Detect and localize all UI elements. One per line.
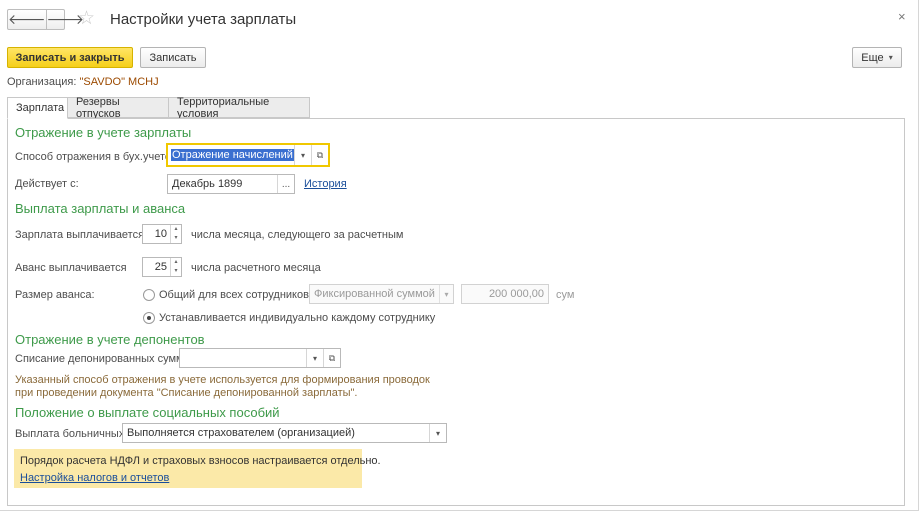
dropdown-arrow-icon[interactable]: ▾	[429, 424, 446, 442]
history-link[interactable]: История	[304, 178, 347, 190]
salary-day-stepper[interactable]: 10 ▴ ▾	[142, 224, 182, 244]
navigation-buttons: 🡐 🡒	[7, 9, 84, 30]
dropdown-arrow-icon[interactable]: ▾	[294, 145, 311, 165]
writeoff-select[interactable]: ▾ ⧉	[179, 348, 341, 368]
chevron-down-icon: ▾	[888, 53, 893, 62]
accounting-method-value[interactable]: Отражение начислений по	[171, 149, 294, 161]
favorite-star-icon[interactable]: ☆	[78, 8, 95, 30]
advance-type-value: Фиксированной суммой	[314, 288, 435, 300]
salary-paid-label: Зарплата выплачивается	[15, 229, 145, 241]
currency-label: сум	[556, 289, 575, 301]
salary-paid-suffix: числа месяца, следующего за расчетным	[191, 229, 404, 241]
accounting-method-label: Способ отражения в бух.учете:	[15, 151, 175, 163]
advance-type-select: Фиксированной суммой ▾	[309, 284, 454, 304]
page-title: Настройки учета зарплаты	[110, 11, 297, 28]
select-period-icon[interactable]: ...	[277, 175, 294, 193]
organization-value: "SAVDO" MCHJ	[79, 76, 159, 88]
dropdown-arrow-icon[interactable]: ▾	[306, 349, 323, 367]
more-menu-button[interactable]: Еще ▾	[852, 47, 902, 68]
effective-from-value[interactable]: Декабрь 1899	[168, 178, 277, 190]
section-heading-benefits: Положение о выплате социальных пособий	[15, 405, 280, 420]
common-advance-label[interactable]: Общий для всех сотрудников	[159, 289, 309, 301]
effective-from-label: Действует с:	[15, 178, 79, 190]
advance-amount-field: 200 000,00	[461, 284, 549, 304]
advance-amount-value: 200 000,00	[488, 288, 544, 300]
tab-territorial-conditions[interactable]: Территориальные условия	[168, 96, 310, 120]
section-heading-payment: Выплата зарплаты и аванса	[15, 201, 186, 216]
dropdown-arrow-icon: ▾	[438, 285, 453, 303]
radio-individual-advance[interactable]	[143, 312, 155, 324]
accounting-method-field[interactable]: Отражение начислений по ▾ ⧉	[166, 143, 330, 167]
save-and-close-button[interactable]: Записать и закрыть	[7, 47, 133, 68]
open-icon[interactable]: ⧉	[311, 145, 328, 165]
advance-paid-suffix: числа расчетного месяца	[191, 262, 321, 274]
organization-label: Организация:	[7, 76, 77, 88]
sick-pay-value[interactable]: Выполняется страхователем (организацией)	[123, 427, 429, 439]
section-heading-salary-accounting: Отражение в учете зарплаты	[15, 125, 192, 140]
save-button[interactable]: Записать	[140, 47, 206, 68]
tab-panel-salary	[7, 118, 905, 506]
hint-line-1: Указанный способ отражения в учете испол…	[15, 374, 430, 386]
advance-day-stepper[interactable]: 25 ▴ ▾	[142, 257, 182, 277]
more-label: Еще	[861, 51, 884, 64]
sick-pay-label: Выплата больничных:	[15, 428, 128, 440]
hint-line-2: при проведении документа "Списание депон…	[15, 387, 358, 399]
close-icon[interactable]: ×	[898, 9, 906, 24]
open-icon[interactable]: ⧉	[323, 349, 340, 367]
advance-day-value[interactable]: 25	[143, 261, 170, 273]
section-heading-deponents: Отражение в учете депонентов	[15, 332, 205, 347]
deponents-hint: Указанный способ отражения в учете испол…	[15, 374, 430, 400]
writeoff-label: Списание депонированных сумм:	[15, 353, 187, 365]
stepper-arrows-icon[interactable]: ▴ ▾	[170, 258, 181, 276]
tax-settings-link[interactable]: Настройка налогов и отчетов	[20, 472, 169, 484]
salary-day-value[interactable]: 10	[143, 228, 170, 240]
radio-common-advance[interactable]	[143, 289, 155, 301]
advance-paid-label: Аванс выплачивается	[15, 262, 127, 274]
individual-advance-label[interactable]: Устанавливается индивидуально каждому со…	[159, 312, 435, 324]
tab-vacation-reserves[interactable]: Резервы отпусков	[67, 96, 169, 120]
back-arrow-icon[interactable]: 🡐	[8, 10, 46, 29]
note-text: Порядок расчета НДФЛ и страховых взносов…	[20, 455, 381, 467]
sick-pay-select[interactable]: Выполняется страхователем (организацией)…	[122, 423, 447, 443]
organization-line: Организация: "SAVDO" MCHJ	[7, 76, 159, 88]
advance-size-label: Размер аванса:	[15, 289, 95, 301]
tab-salary[interactable]: Зарплата	[7, 97, 68, 119]
effective-from-field[interactable]: Декабрь 1899 ...	[167, 174, 295, 194]
stepper-arrows-icon[interactable]: ▴ ▾	[170, 225, 181, 243]
